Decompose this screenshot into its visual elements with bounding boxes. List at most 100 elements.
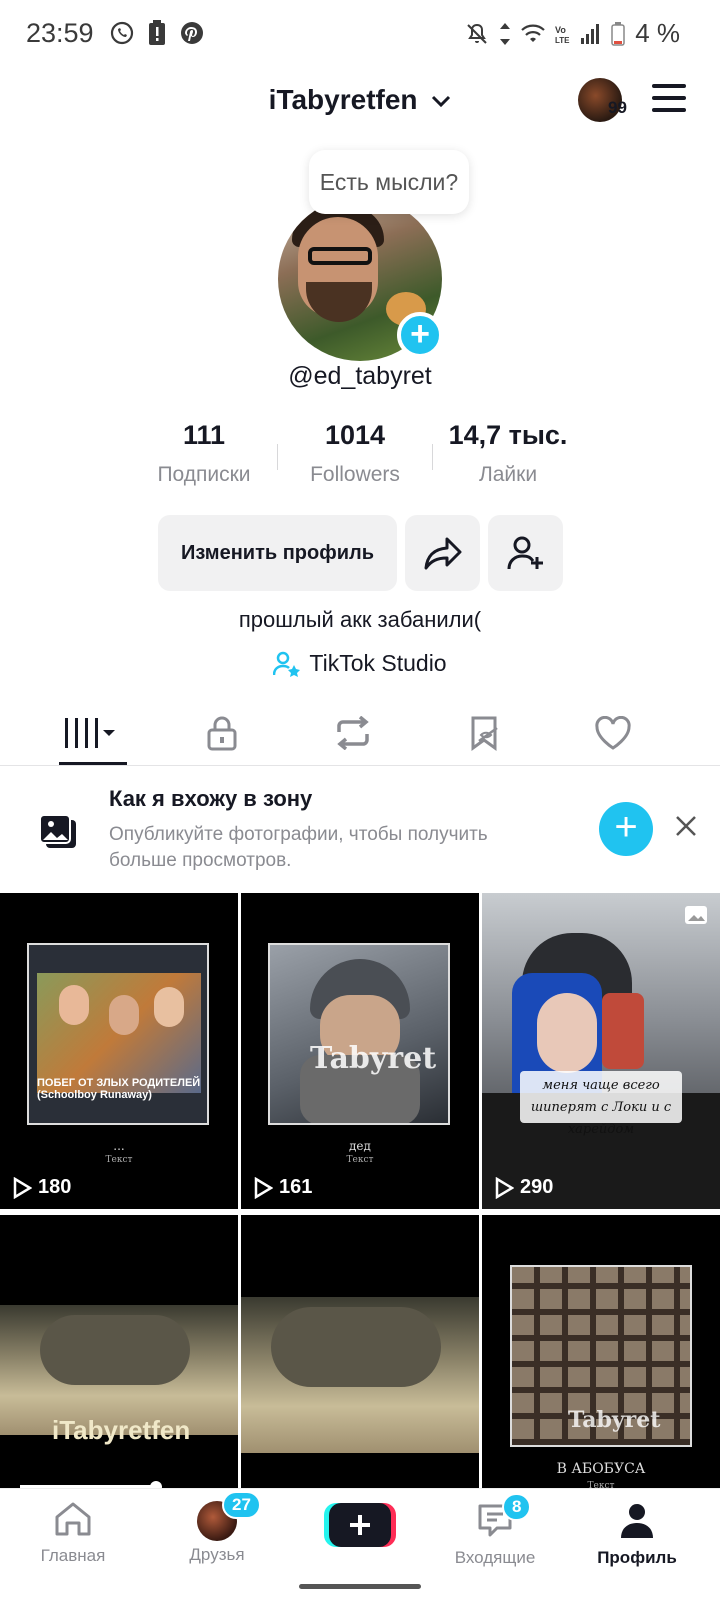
heart-icon <box>595 716 631 750</box>
video-thumbnail[interactable]: Tabyret дед Текст 161 <box>241 893 479 1209</box>
photos-icon <box>39 814 76 848</box>
play-count-value: 180 <box>38 1176 72 1198</box>
video-thumbnail[interactable]: iTabyretfen <box>0 1215 238 1531</box>
play-icon <box>13 1176 32 1199</box>
data-arrows-icon <box>500 22 511 45</box>
video-caption-sub: Текст <box>105 1155 133 1165</box>
avatar-add-button[interactable]: + <box>397 312 443 358</box>
stat-value: 14,7 тыс. <box>448 420 568 450</box>
video-caption: ... <box>113 1139 125 1153</box>
tiktok-studio-link[interactable]: TikTok Studio <box>0 650 720 677</box>
inbox-badge: 8 <box>502 1493 532 1521</box>
hidden-bookmark-icon <box>471 716 498 751</box>
video-thumbnail[interactable] <box>241 1215 479 1531</box>
stat-value: 111 <box>182 420 226 450</box>
mute-icon <box>467 23 487 44</box>
close-icon[interactable] <box>675 815 697 837</box>
studio-link-label: TikTok Studio <box>309 650 447 676</box>
grid-bars-icon <box>65 718 115 748</box>
status-bar: 23:59 Vo LTE 4 % <box>0 0 720 70</box>
share-icon <box>424 537 461 570</box>
nav-home-label: Главная <box>40 1546 106 1565</box>
video-thumbnail[interactable]: Tabyret В АБОБУСА Текст <box>482 1215 720 1531</box>
nav-home[interactable]: Главная <box>18 1501 128 1566</box>
tab-videos[interactable] <box>56 708 126 758</box>
play-count: 180 <box>12 1176 71 1199</box>
lock-icon <box>207 716 237 751</box>
banner-add-button[interactable]: + <box>599 802 653 856</box>
banner-subtitle: Опубликуйте фотографии, чтобы получить б… <box>109 824 488 871</box>
profile-header: iTabyretfen 99 <box>0 70 720 130</box>
video-thumbnail[interactable]: ПОБЕГ ОТ ЗЛЫХ РОДИТЕЛЕЙ (Schoolboy Runaw… <box>0 893 238 1209</box>
status-time: 23:59 <box>26 18 94 48</box>
profile-actions: Изменить профиль <box>158 515 563 591</box>
tab-favorites-hidden[interactable] <box>450 708 520 758</box>
home-indicator <box>299 1584 421 1589</box>
tab-reposts[interactable] <box>318 708 388 758</box>
play-icon <box>254 1176 273 1199</box>
volte-icon: VoLTE <box>555 25 570 45</box>
play-count: 290 <box>494 1176 553 1199</box>
profile-stats: 111 Подписки 1014 Followers 14,7 тыс. Ла… <box>145 420 585 500</box>
play-icon <box>495 1176 514 1199</box>
play-count-value: 290 <box>520 1176 554 1198</box>
play-count: 161 <box>253 1176 312 1199</box>
creator-badge-count: 99 <box>608 98 627 117</box>
nav-friends[interactable]: Друзья 27 <box>162 1491 272 1565</box>
nav-inbox-label: Входящие <box>454 1548 536 1567</box>
profile-icon <box>621 1504 653 1538</box>
nav-profile[interactable]: Профиль <box>582 1501 692 1568</box>
stat-label: Followers <box>310 463 400 486</box>
plus-icon <box>324 1503 396 1547</box>
stat-label: Подписки <box>157 463 251 486</box>
stat-divider <box>277 444 278 470</box>
banner-title: Как я вхожу в зону <box>109 786 313 811</box>
chevron-down-icon <box>432 95 451 107</box>
battery-percent: 4 % <box>635 18 680 48</box>
thought-bubble[interactable]: Есть мысли? <box>309 150 469 214</box>
battery-alert-icon <box>149 20 165 45</box>
friends-badge: 27 <box>222 1491 261 1519</box>
add-friend-button[interactable] <box>488 515 563 591</box>
video-caption: В АБОБУСА <box>556 1461 646 1477</box>
video-overlay-text: Tabyret <box>568 1407 661 1433</box>
whatsapp-icon <box>110 21 134 45</box>
video-overlay-text: Tabyret <box>310 1041 437 1076</box>
home-icon <box>55 1502 91 1536</box>
profile-tabs <box>0 700 720 766</box>
tab-private[interactable] <box>187 708 257 758</box>
signal-icon <box>581 23 600 44</box>
nav-profile-label: Профиль <box>597 1548 677 1567</box>
username-title: iTabyretfen <box>268 84 418 115</box>
studio-user-icon <box>273 651 301 677</box>
pinterest-icon <box>181 22 203 44</box>
photo-post-icon <box>685 906 707 924</box>
share-profile-button[interactable] <box>405 515 480 591</box>
tab-liked[interactable] <box>578 708 648 758</box>
nav-inbox[interactable]: Входящие 8 <box>440 1493 550 1568</box>
video-grid: ПОБЕГ ОТ ЗЛЫХ РОДИТЕЛЕЙ (Schoolboy Runaw… <box>0 893 720 1531</box>
profile-bio: прошлый акк забанили( <box>238 607 482 632</box>
wifi-icon <box>521 24 545 42</box>
create-button[interactable] <box>324 1501 396 1549</box>
video-overlay-text: ПОБЕГ ОТ ЗЛЫХ РОДИТЕЛЕЙ (Schoolboy Runaw… <box>37 1077 201 1101</box>
stat-followers[interactable]: 1014 Followers <box>292 420 418 500</box>
active-tab-indicator <box>59 762 127 765</box>
video-caption-sub: Текст <box>346 1155 374 1165</box>
nav-friends-label: Друзья <box>189 1545 245 1564</box>
video-overlay-text: iTabyretfen <box>52 1415 191 1445</box>
video-overlay-text: меня чаще всего шиперят с Локи и с харей… <box>530 1078 672 1137</box>
svg-text:LTE: LTE <box>555 36 570 45</box>
video-thumbnail[interactable]: меня чаще всего шиперят с Локи и с харей… <box>482 893 720 1209</box>
stat-following[interactable]: 111 Подписки <box>145 420 263 500</box>
stat-value: 1014 <box>324 420 386 450</box>
menu-icon[interactable] <box>652 84 686 112</box>
edit-profile-button[interactable]: Изменить профиль <box>158 515 397 591</box>
stat-label: Лайки <box>478 463 538 486</box>
stat-likes[interactable]: 14,7 тыс. Лайки <box>433 420 583 500</box>
repost-icon <box>337 716 369 750</box>
profile-handle: @ed_tabyret <box>288 362 432 390</box>
add-user-icon <box>507 536 543 570</box>
play-count-value: 161 <box>279 1176 313 1198</box>
video-caption: дед <box>349 1139 371 1153</box>
